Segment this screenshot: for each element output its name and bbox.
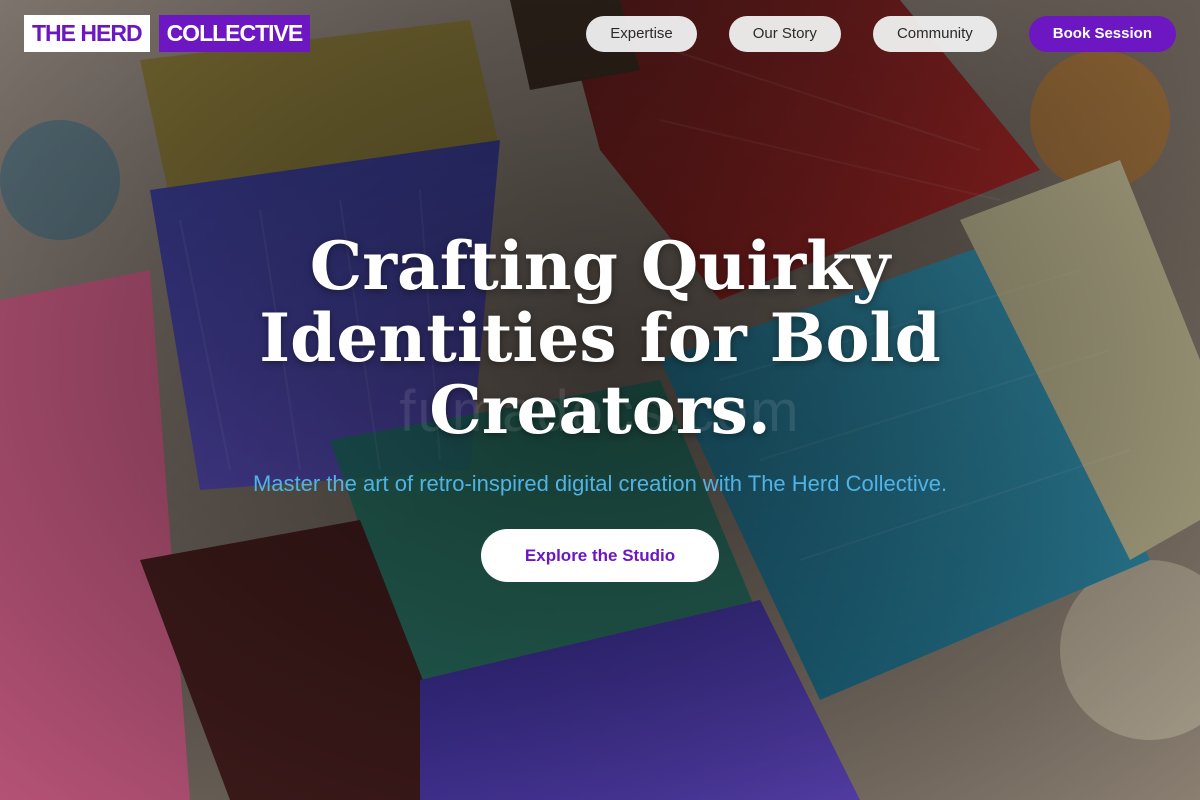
nav-our-story-button[interactable]: Our Story	[728, 16, 841, 52]
logo-text-part1: THE HERD	[24, 15, 150, 52]
hero-subheadline: Master the art of retro-inspired digital…	[252, 471, 948, 496]
explore-studio-button[interactable]: Explore the Studio	[481, 529, 719, 582]
logo-text-part2: COLLECTIVE	[158, 15, 311, 52]
nav-community-button[interactable]: Community	[872, 16, 997, 52]
book-session-button[interactable]: Book Session	[1028, 16, 1176, 52]
hero-headline: Crafting Quirky Identities for Bold Crea…	[259, 227, 941, 449]
brand-logo[interactable]: THE HERD COLLECTIVE	[24, 15, 311, 52]
main-nav: Expertise Our Story Community Book Sessi…	[586, 16, 1176, 52]
hero-section: fumadocs.com THE HERD COLLECTIVE Experti…	[0, 0, 1200, 800]
nav-expertise-button[interactable]: Expertise	[586, 16, 697, 52]
